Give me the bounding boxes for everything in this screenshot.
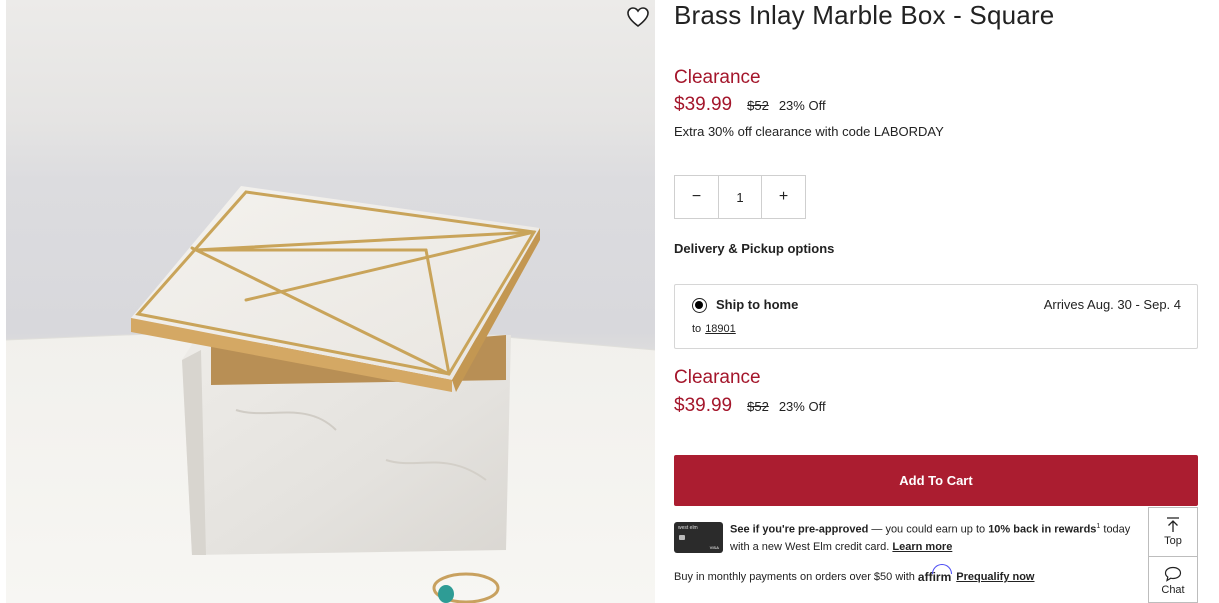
discount-text: 23% Off xyxy=(778,98,826,113)
clearance-label: Clearance xyxy=(674,67,761,88)
heart-icon[interactable] xyxy=(626,6,652,30)
chat-button[interactable]: Chat xyxy=(1149,556,1197,603)
chat-bubble-icon xyxy=(1164,566,1182,582)
card-chip xyxy=(679,535,685,540)
financing-text: Buy in monthly payments on orders over $… xyxy=(674,571,915,583)
quantity-stepper: − 1 + xyxy=(674,175,806,219)
back-to-top-button[interactable]: Top xyxy=(1149,508,1197,556)
financing-row: Buy in monthly payments on orders over $… xyxy=(674,564,1035,584)
ship-option-label: Ship to home xyxy=(716,297,799,312)
ship-to-label: to xyxy=(692,323,702,335)
credit-offer-text: See if you're pre-approved — you could e… xyxy=(730,518,1150,556)
product-info: Brass Inlay Marble Box - Square Clearanc… xyxy=(674,0,1198,603)
price-row: $39.99 $52 23% Off xyxy=(674,94,826,116)
arrow-up-icon xyxy=(1167,517,1179,532)
add-to-cart-button[interactable]: Add To Cart xyxy=(674,455,1198,506)
ship-radio[interactable] xyxy=(692,298,707,313)
summary-clearance-label: Clearance xyxy=(674,367,761,388)
prequalify-link[interactable]: Prequalify now xyxy=(956,571,1034,583)
summary-sale-price: $39.99 xyxy=(674,395,733,416)
preapproved-text: See if you're pre-approved xyxy=(730,523,869,536)
quantity-value[interactable]: 1 xyxy=(718,176,762,218)
summary-discount-text: 23% Off xyxy=(778,399,826,414)
summary-price-row: $39.99 $52 23% Off xyxy=(674,395,826,417)
delivery-heading: Delivery & Pickup options xyxy=(674,241,835,256)
page-title: Brass Inlay Marble Box - Square xyxy=(674,0,1055,30)
marble-box-illustration xyxy=(6,186,655,603)
original-price: $52 xyxy=(747,98,769,113)
chat-label: Chat xyxy=(1161,583,1185,596)
card-brand: west elm xyxy=(678,525,698,531)
ship-to-line: to 18901 xyxy=(692,323,736,335)
decrease-quantity-button[interactable]: − xyxy=(675,176,718,218)
affirm-logo: affirm xyxy=(917,564,953,584)
credit-card-icon: west elm VISA xyxy=(674,522,723,553)
ship-to-home-option[interactable]: Ship to home Arrives Aug. 30 - Sep. 4 to… xyxy=(674,284,1198,349)
top-label: Top xyxy=(1164,535,1182,547)
increase-quantity-button[interactable]: + xyxy=(762,176,805,218)
zip-code-link[interactable]: 18901 xyxy=(705,323,736,335)
sale-price: $39.99 xyxy=(674,94,733,115)
earn-text: — you could earn up to xyxy=(868,523,989,536)
floating-side-panel: Top Chat xyxy=(1148,507,1198,603)
card-network: VISA xyxy=(709,545,719,550)
product-image[interactable] xyxy=(6,0,655,603)
promo-text: Extra 30% off clearance with code LABORD… xyxy=(674,124,944,139)
rewards-percent: 10% back in rewards xyxy=(988,523,1097,536)
arrival-date: Arrives Aug. 30 - Sep. 4 xyxy=(1043,297,1181,312)
learn-more-link[interactable]: Learn more xyxy=(892,541,952,553)
summary-original-price: $52 xyxy=(747,399,769,414)
